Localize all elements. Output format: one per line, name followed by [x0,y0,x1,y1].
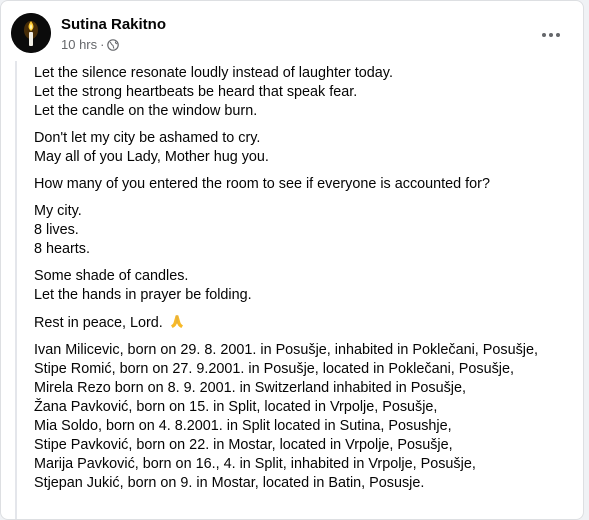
post-paragraph: My city. 8 lives. 8 hearts. [34,202,583,259]
post-line: Stipe Romić, born on 27. 9.2001. in Posu… [34,361,514,377]
post-line: My city. [34,203,82,219]
post-line: Rest in peace, Lord. [34,313,583,333]
post-line: Marija Pavković, born on 16., 4. in Spli… [34,456,476,472]
post-body: Let the silence resonate loudly instead … [15,61,583,519]
post-line: Let the strong heartbeats be heard that … [34,84,358,100]
post-meta: 10 hrs · [61,37,120,52]
post-text: Let the silence resonate loudly instead … [34,64,583,501]
more-options-icon [542,33,560,37]
post-paragraph: Some shade of candles. Let the hands in p… [34,267,583,305]
candle-icon [11,13,51,53]
post-line: Mia Soldo, born on 4. 8.2001. in Split l… [34,418,452,434]
post-paragraph: Let the silence resonate loudly instead … [34,64,583,121]
post-line: Let the hands in prayer be folding. [34,287,252,303]
post-line: Some shade of candles. [34,268,189,284]
post-paragraph: Rest in peace, Lord. [34,313,583,333]
globe-icon[interactable] [107,38,120,51]
post-card: Sutina Rakitno 10 hrs · Let the silence … [0,0,584,520]
more-options-button[interactable] [533,17,569,53]
post-line: Let the silence resonate loudly instead … [34,65,393,81]
post-line: Don't let my city be ashamed to cry. [34,130,261,146]
post-line: 8 lives. [34,222,79,238]
post-line: 8 hearts. [34,241,90,257]
author-name[interactable]: Sutina Rakitno [61,16,166,33]
post-line: Ivan Milicevic, born on 29. 8. 2001. in … [34,342,538,358]
post-line: Mirela Rezo born on 8. 9. 2001. in Switz… [34,380,466,396]
avatar[interactable] [11,13,51,53]
post-line: Let the candle on the window burn. [34,103,258,119]
post-line: How many of you entered the room to see … [34,176,490,192]
post-line: Žana Pavković, born on 15. in Split, loc… [34,399,438,415]
post-line: Stjepan Jukić, born on 9. in Mostar, loc… [34,475,425,491]
meta-separator: · [100,37,105,52]
post-time[interactable]: 10 hrs [61,37,97,52]
post-paragraph: Ivan Milicevic, born on 29. 8. 2001. in … [34,341,583,493]
post-line: Stipe Pavković, born on 22. in Mostar, l… [34,437,453,453]
post-paragraph: How many of you entered the room to see … [34,175,583,194]
folded-hands-emoji-icon [169,313,185,329]
post-paragraph: Don't let my city be ashamed to cry. May … [34,129,583,167]
post-line: May all of you Lady, Mother hug you. [34,149,269,165]
